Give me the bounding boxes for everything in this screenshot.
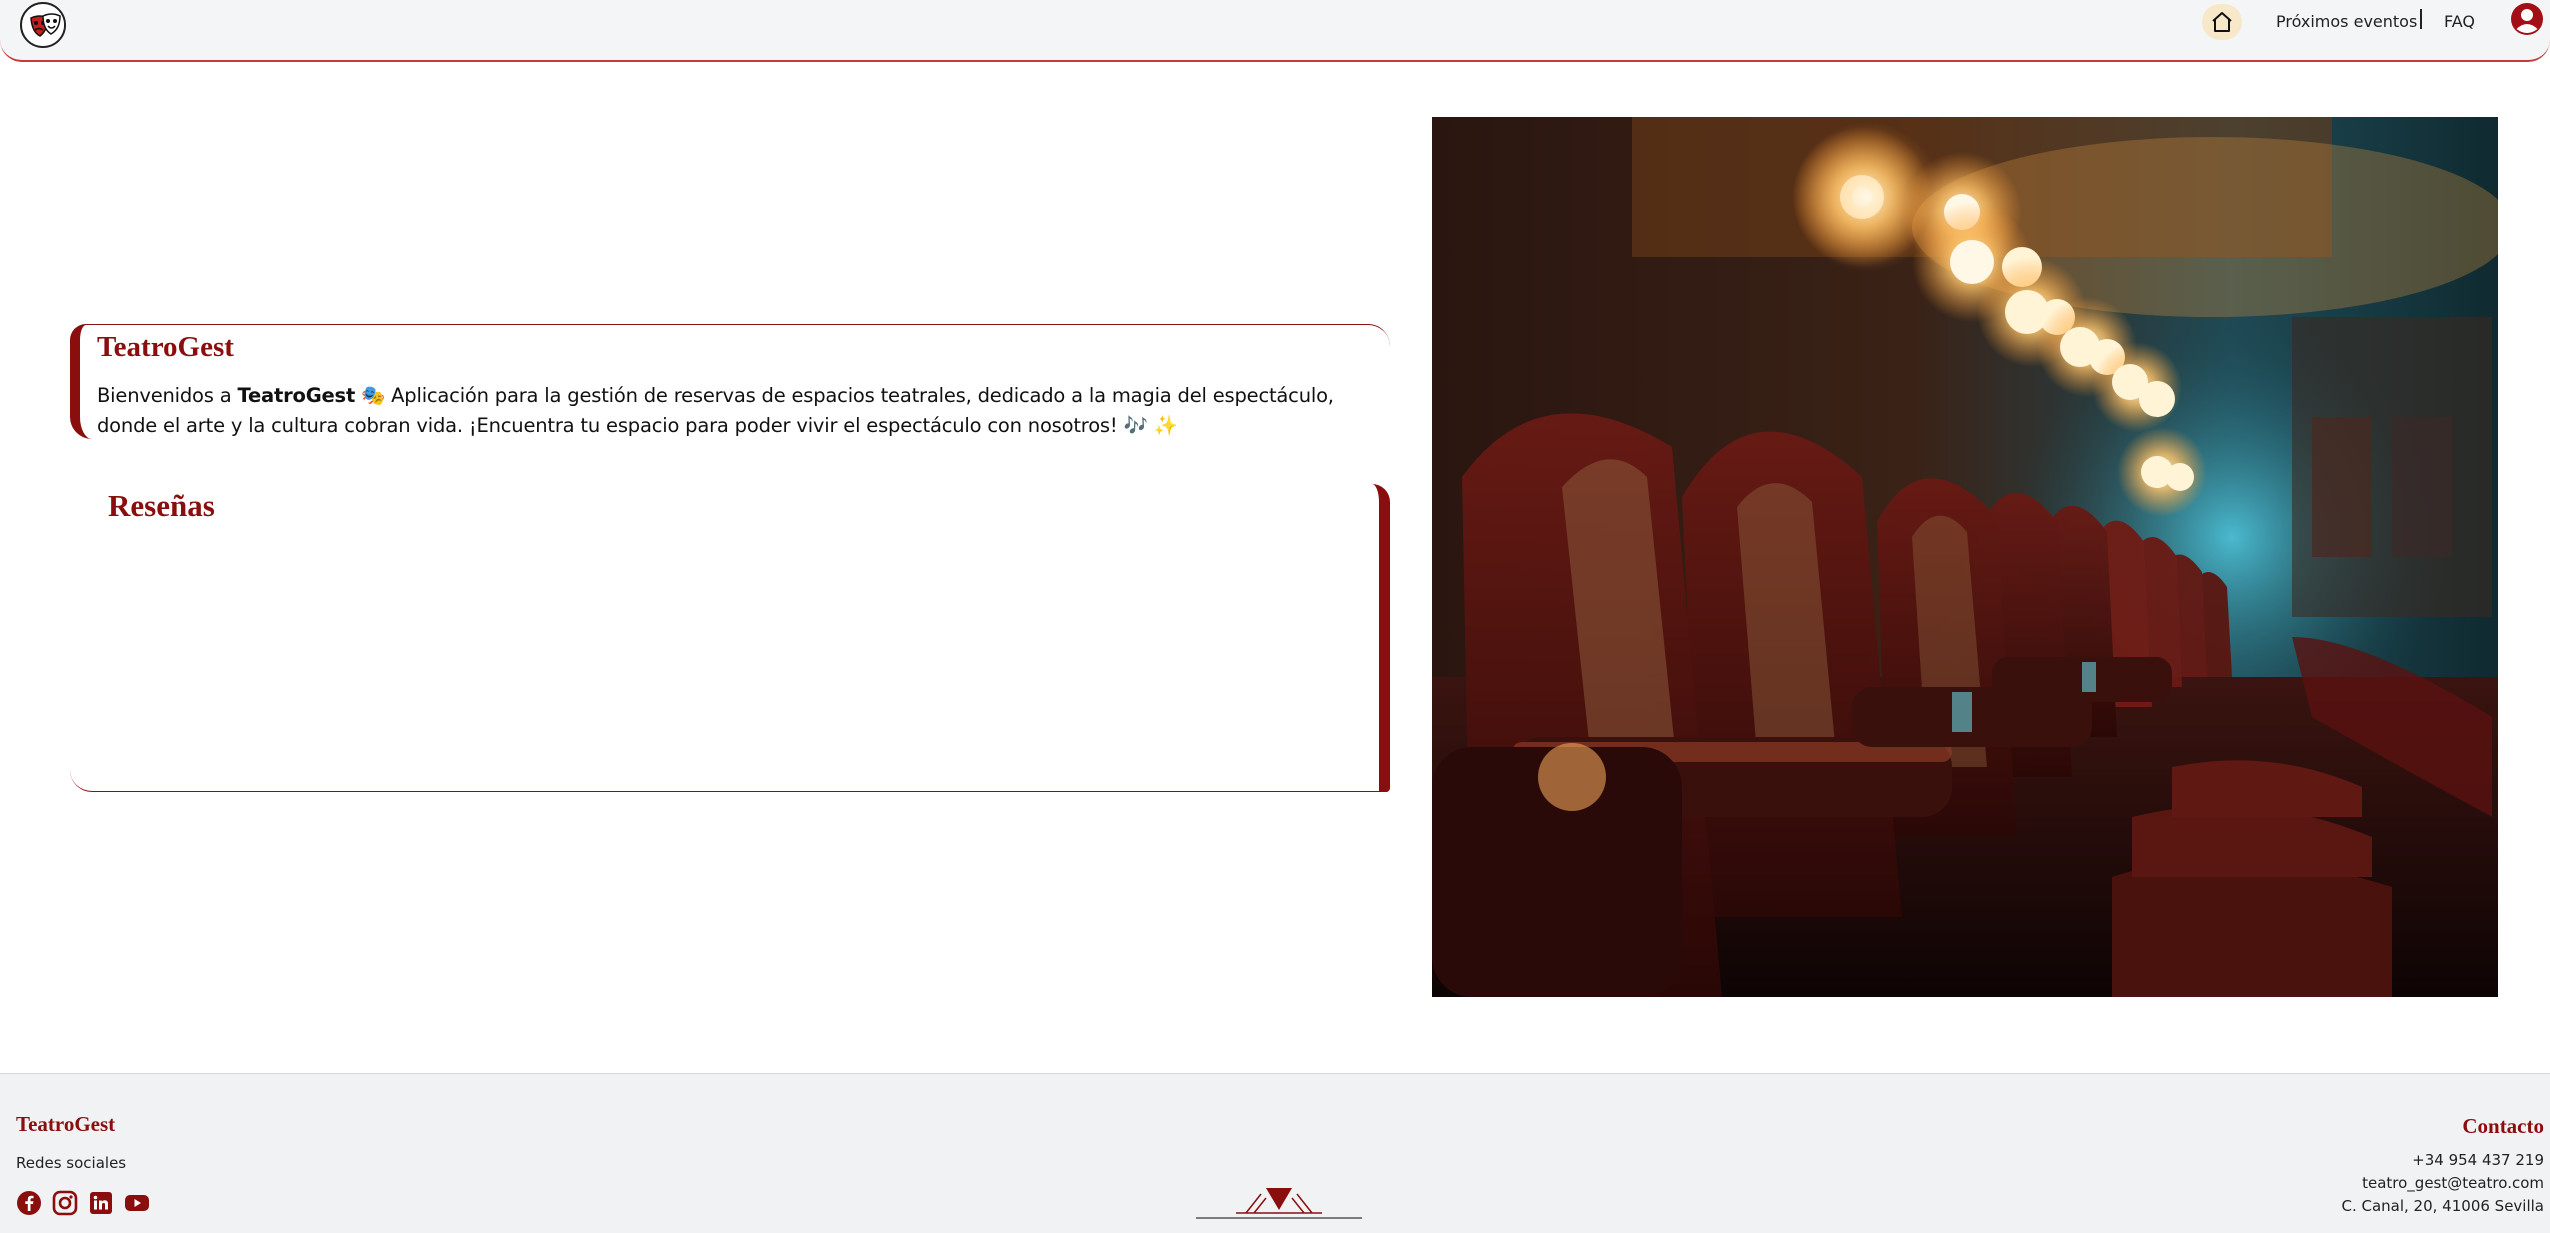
user-circle-icon [2511,3,2543,35]
footer-contact-title: Contacto [2462,1114,2544,1138]
welcome-description: Bienvenidos a TeatroGest 🎭 Aplicación pa… [97,381,1387,441]
footer-social-label: Redes sociales [16,1154,127,1172]
footer-address: C. Canal, 20, 41006 Sevilla [2341,1197,2544,1215]
theatre-masks-logo-graphic [23,5,64,46]
home-icon [2212,12,2232,32]
footer-email[interactable]: teatro_gest@teatro.com [2362,1174,2544,1192]
facebook-icon[interactable] [16,1190,42,1216]
welcome-text-brand: TeatroGest [237,384,356,407]
footer-brand: TeatroGest [16,1112,116,1136]
top-navbar: Próximos eventos FAQ [0,0,2550,62]
nav-divider [2420,9,2422,29]
user-account-button[interactable] [2510,2,2544,36]
welcome-title: TeatroGest [97,331,234,363]
reviews-card: Reseñas [70,484,1390,792]
theatre-seats-photo [1432,117,2498,997]
welcome-text-intro: Bienvenidos a [97,384,238,407]
instagram-icon[interactable] [52,1190,78,1216]
home-button[interactable] [2202,4,2242,40]
youtube-icon[interactable] [124,1190,150,1216]
welcome-card: TeatroGest Bienvenidos a TeatroGest 🎭 Ap… [70,324,1390,439]
theatre-seats-illustration [1432,117,2498,997]
nav-upcoming-events-link[interactable]: Próximos eventos [2276,12,2417,31]
page-footer: TeatroGest Redes sociales Contacto +34 9… [0,1073,2550,1233]
nav-faq-link[interactable]: FAQ [2444,12,2475,31]
footer-social-icons [16,1190,150,1216]
theatre-masks-logo[interactable] [20,2,66,48]
footer-phone: +34 954 437 219 [2412,1151,2544,1169]
linkedin-icon[interactable] [88,1190,114,1216]
reviews-title: Reseñas [108,488,215,523]
theatre-curtain-emblem [1196,1188,1362,1219]
